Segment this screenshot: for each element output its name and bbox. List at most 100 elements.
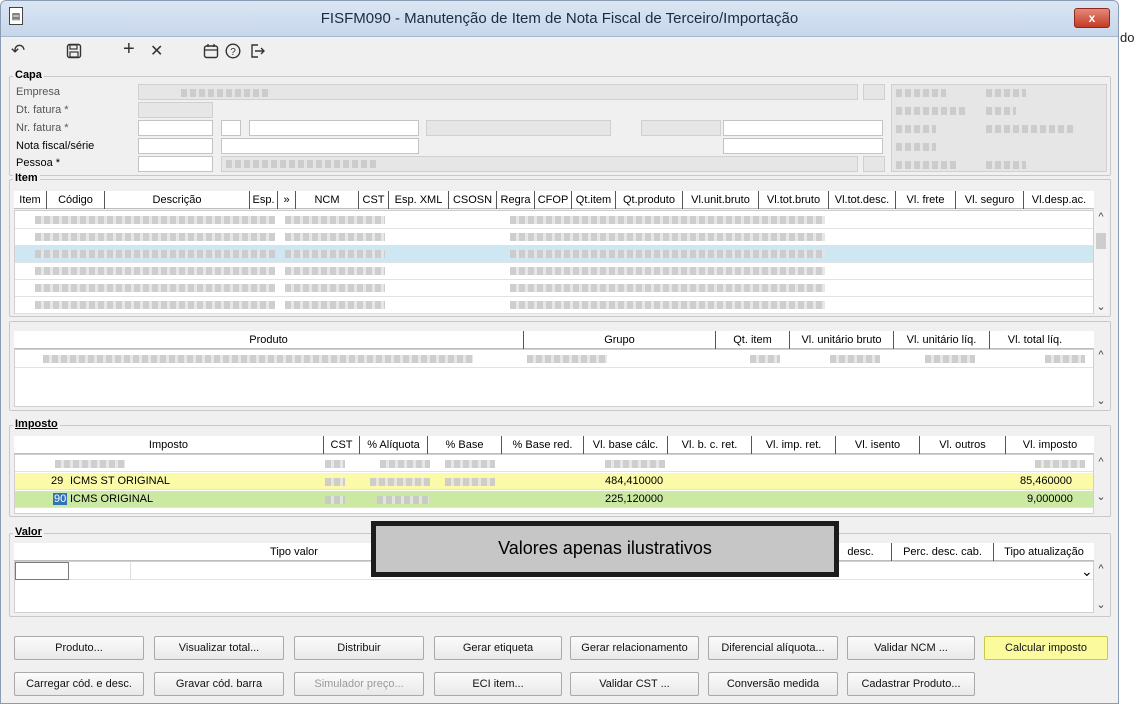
nr-fatura-field[interactable] xyxy=(138,120,213,136)
distribuir-button[interactable]: Distribuir xyxy=(294,636,424,660)
scroll-up-icon[interactable]: ^ xyxy=(1094,563,1108,575)
col-aliquota[interactable]: % Alíquota xyxy=(360,436,428,454)
col-vl-desp-ac[interactable]: Vl.desp.ac. xyxy=(1024,191,1094,209)
col-vl-total-liq[interactable]: Vl. total líq. xyxy=(990,331,1080,349)
col-cst[interactable]: CST xyxy=(359,191,389,209)
col-qt-item[interactable]: Qt. item xyxy=(716,331,790,349)
col-base-red[interactable]: % Base red. xyxy=(502,436,584,454)
close-button[interactable]: x xyxy=(1074,8,1110,28)
gerar-relacionamento-button[interactable]: Gerar relacionamento xyxy=(570,636,699,660)
valor-edit-cell[interactable] xyxy=(15,562,69,580)
col-esp[interactable]: Esp. xyxy=(250,191,278,209)
col-vl-base-calc[interactable]: Vl. base cálc. xyxy=(584,436,668,454)
table-row[interactable] xyxy=(15,296,1093,314)
save-icon[interactable] xyxy=(66,43,82,62)
col-produto[interactable]: Produto xyxy=(14,331,524,349)
col-descricao[interactable]: Descrição xyxy=(105,191,250,209)
nota-fiscal-field[interactable] xyxy=(138,138,213,154)
table-row[interactable] xyxy=(15,262,1093,280)
col-ncm[interactable]: NCM xyxy=(296,191,359,209)
col-imposto[interactable]: Imposto xyxy=(14,436,324,454)
produto-button[interactable]: Produto... xyxy=(14,636,144,660)
col-vl-tot-desc[interactable]: Vl.tot.desc. xyxy=(829,191,896,209)
col-vl-outros[interactable]: Vl. outros xyxy=(920,436,1006,454)
table-row[interactable] xyxy=(15,279,1093,297)
exit-icon[interactable] xyxy=(249,43,265,64)
col-grupo[interactable]: Grupo xyxy=(524,331,716,349)
delete-icon[interactable]: ✕ xyxy=(150,41,163,61)
calcular-imposto-button[interactable]: Calcular imposto xyxy=(984,636,1108,660)
scroll-thumb[interactable] xyxy=(1096,233,1106,249)
col-cst[interactable]: CST xyxy=(324,436,360,454)
gerar-etiqueta-button[interactable]: Gerar etiqueta xyxy=(434,636,562,660)
help-icon[interactable]: ? xyxy=(225,43,241,64)
table-row[interactable] xyxy=(15,350,1093,368)
imposto-code-selected[interactable]: 90 xyxy=(53,493,68,505)
col-vl-imp-ret[interactable]: Vl. imp. ret. xyxy=(752,436,836,454)
col-vl-imposto[interactable]: Vl. imposto xyxy=(1006,436,1094,454)
table-row[interactable] xyxy=(15,211,1093,229)
col-item[interactable]: Item xyxy=(14,191,47,209)
produto-scrollbar[interactable]: ^ ⌄ xyxy=(1094,349,1108,407)
table-row-highlighted[interactable]: 90 ICMS ORIGINAL 225,120000 9,000000 xyxy=(15,491,1093,508)
visualizar-total-button[interactable]: Visualizar total... xyxy=(154,636,284,660)
scroll-down-icon[interactable]: ⌄ xyxy=(1094,394,1108,407)
imposto-scrollbar[interactable]: ^ ⌄ xyxy=(1094,456,1108,512)
chevron-down-icon[interactable]: ⌄ xyxy=(1081,563,1093,580)
cadastrar-produto-button[interactable]: Cadastrar Produto... xyxy=(847,672,975,696)
col-vl-frete[interactable]: Vl. frete xyxy=(896,191,956,209)
simulador-preco-button[interactable]: Simulador preço... xyxy=(294,672,424,696)
col-perc-desc-cab[interactable]: Perc. desc. cab. xyxy=(892,543,994,561)
modelo-field xyxy=(641,120,721,136)
empresa-lookup-button[interactable] xyxy=(863,84,885,100)
col-regra[interactable]: Regra xyxy=(497,191,535,209)
col-vl-unit-bruto[interactable]: Vl.unit.bruto xyxy=(683,191,759,209)
table-row-highlighted[interactable]: 29 ICMS ST ORIGINAL 484,410000 85,460000 xyxy=(15,473,1093,490)
col-cfop[interactable]: CFOP xyxy=(535,191,572,209)
col-codigo[interactable]: Código xyxy=(47,191,105,209)
serie-field[interactable] xyxy=(221,138,419,154)
carregar-cod-desc-button[interactable]: Carregar cód. e desc. xyxy=(14,672,144,696)
table-row-selected[interactable] xyxy=(15,245,1093,263)
table-row[interactable] xyxy=(15,228,1093,246)
modelo-desc-field[interactable] xyxy=(723,120,883,136)
col-vl-unitario-bruto[interactable]: Vl. unitário bruto xyxy=(790,331,894,349)
scroll-down-icon[interactable]: ⌄ xyxy=(1094,300,1108,313)
nr-fatura-desc-field[interactable] xyxy=(249,120,419,136)
col-qt-produto[interactable]: Qt.produto xyxy=(616,191,683,209)
scroll-up-icon[interactable]: ^ xyxy=(1094,456,1108,468)
undo-icon[interactable]: ↶ xyxy=(11,41,25,61)
validar-cst-button[interactable]: Validar CST ... xyxy=(570,672,699,696)
pessoa-lookup-button[interactable] xyxy=(863,156,885,172)
col-tipo-atualizacao[interactable]: Tipo atualização xyxy=(994,543,1094,561)
tipo-field[interactable] xyxy=(723,138,883,154)
col-base[interactable]: % Base xyxy=(428,436,502,454)
col-vl-bc-ret[interactable]: Vl. b. c. ret. xyxy=(668,436,752,454)
col-desc[interactable]: desc. xyxy=(830,543,892,561)
pessoa-code-field[interactable] xyxy=(138,156,213,172)
valor-scrollbar[interactable]: ^ ⌄ xyxy=(1094,563,1108,611)
diferencial-aliquota-button[interactable]: Diferencial alíquota... xyxy=(708,636,838,660)
col-more[interactable]: » xyxy=(278,191,296,209)
col-vl-unitario-liq[interactable]: Vl. unitário líq. xyxy=(894,331,990,349)
col-vl-isento[interactable]: Vl. isento xyxy=(836,436,920,454)
calendar-icon[interactable] xyxy=(203,43,219,64)
col-csosn[interactable]: CSOSN xyxy=(449,191,497,209)
scroll-down-icon[interactable]: ⌄ xyxy=(1094,490,1108,503)
scroll-up-icon[interactable]: ^ xyxy=(1094,349,1108,361)
col-vl-tot-bruto[interactable]: Vl.tot.bruto xyxy=(759,191,829,209)
scroll-up-icon[interactable]: ^ xyxy=(1094,211,1108,223)
nr-fatura-sub-field[interactable] xyxy=(221,120,241,136)
col-qt-item[interactable]: Qt.item xyxy=(572,191,616,209)
item-scrollbar[interactable]: ^ ⌄ xyxy=(1094,211,1108,313)
scroll-down-icon[interactable]: ⌄ xyxy=(1094,598,1108,611)
col-vl-seguro[interactable]: Vl. seguro xyxy=(956,191,1024,209)
table-row[interactable] xyxy=(15,455,1093,472)
conversao-medida-button[interactable]: Conversão medida xyxy=(708,672,838,696)
eci-item-button[interactable]: ECI item... xyxy=(434,672,562,696)
col-esp-xml[interactable]: Esp. XML xyxy=(389,191,449,209)
dt-fatura-field[interactable] xyxy=(138,102,213,118)
add-icon[interactable]: + xyxy=(123,38,135,61)
validar-ncm-button[interactable]: Validar NCM ... xyxy=(847,636,975,660)
gravar-cod-barra-button[interactable]: Gravar cód. barra xyxy=(154,672,284,696)
